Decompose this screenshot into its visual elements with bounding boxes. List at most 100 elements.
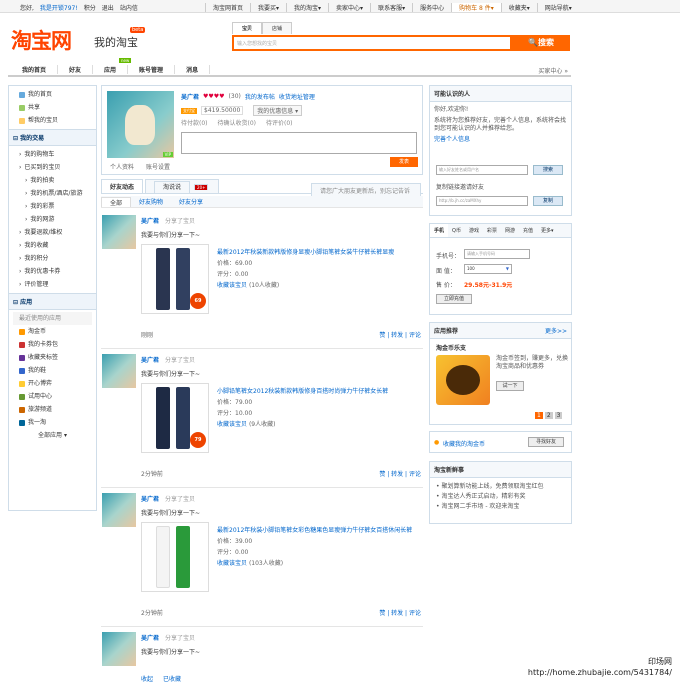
favorite-link[interactable]: 收藏该宝贝 — [217, 560, 247, 567]
news-item[interactable]: • 淘宝网二手市场 - 欢迎来淘宝 — [436, 502, 565, 512]
trade-section-head[interactable]: ⊟ 我的交易 — [9, 130, 96, 146]
feed-user[interactable]: 吴广君 — [141, 355, 159, 364]
filter-share[interactable]: 好友分享 — [171, 197, 211, 206]
sidebar-item-games[interactable]: › 我的网游 — [13, 213, 92, 226]
sidebar-item-home[interactable]: 我的首页 — [13, 88, 92, 101]
feed-avatar[interactable] — [102, 215, 136, 249]
tab-charge[interactable]: 充值 — [519, 224, 537, 237]
search-input[interactable]: 输入您想找的宝贝 — [232, 35, 512, 51]
product-image[interactable]: 79 — [141, 383, 209, 453]
sidebar-item-reviews[interactable]: › 评价管理 — [13, 278, 92, 291]
top-link-seller[interactable]: 卖家中心▾ — [328, 3, 370, 12]
feed-avatar[interactable] — [102, 493, 136, 527]
coins-link[interactable]: 积分 — [84, 3, 96, 12]
taobao-logo[interactable]: 淘宝网 — [11, 25, 89, 53]
avatar[interactable]: VIP — [107, 91, 174, 158]
feed-user[interactable]: 吴广君 — [141, 633, 159, 642]
phone-input[interactable]: 请输入手机号码 — [464, 249, 530, 259]
app-item-travel[interactable]: 旅游频道 — [13, 403, 92, 416]
favorite-link[interactable]: 收藏该宝贝 — [217, 421, 247, 428]
sidebar-item-points[interactable]: › 我的积分 — [13, 252, 92, 265]
tab-qcoin[interactable]: Q币 — [448, 224, 465, 237]
post-button[interactable]: 发表 — [390, 157, 418, 167]
sidebar-item-share[interactable]: 共享 — [13, 101, 92, 114]
favorites-link[interactable]: 收藏夹▾ — [500, 3, 537, 12]
username-link[interactable]: 我是开锁797! — [40, 3, 78, 12]
product-title[interactable]: 最新2012年秋装小脚铅笔裤女彩色糖果色显瘦弹力牛仔裤女百搭休闲长裤 — [217, 525, 412, 536]
profile-name[interactable]: 吴广君 — [181, 92, 199, 101]
nav-account[interactable]: 账号管理 — [128, 65, 176, 74]
apps-section-head[interactable]: ⊟ 应用 — [9, 294, 96, 310]
filter-all[interactable]: 全部 — [101, 196, 132, 207]
friend-search-input[interactable]: 输入好友姓名或用户名 — [436, 165, 528, 175]
sidebar-item-travel[interactable]: › 我的机票/酒店/旅游 — [13, 187, 92, 200]
top-link-service[interactable]: 联系客服▾ — [370, 3, 412, 12]
sidebar-item-refund[interactable]: › 我要退款/维权 — [13, 226, 92, 239]
top-link-center[interactable]: 服务中心 — [412, 3, 451, 12]
top-link-mytaobao[interactable]: 我的淘宝▾ — [286, 3, 328, 12]
page-3[interactable]: 3 — [554, 412, 563, 419]
feed-actions[interactable]: 赞 | 转发 | 评论 — [379, 608, 421, 617]
try-button[interactable]: 试一下 — [496, 381, 524, 391]
sidebar-item-cart[interactable]: › 我的购物车 — [13, 148, 92, 161]
app-item-shoes[interactable]: 我的鞋 — [13, 364, 92, 377]
nav-apps[interactable]: 应用 — [93, 65, 129, 74]
promo-title[interactable]: 淘金币乐支 — [436, 343, 466, 352]
sidebar-item-lottery[interactable]: › 我的彩票 — [13, 200, 92, 213]
tab-friend-feed[interactable]: 好友动态 — [101, 179, 144, 193]
sidebar-item-auction[interactable]: › 我的拍卖 — [13, 174, 92, 187]
all-apps-link[interactable]: 全部应用 ▾ — [13, 429, 92, 442]
app-item-cards[interactable]: 我的卡券包 — [13, 338, 92, 351]
site-nav-link[interactable]: 网站导航▾ — [536, 3, 579, 12]
app-item-trial[interactable]: 试用中心 — [13, 390, 92, 403]
filter-shopping[interactable]: 好友购物 — [131, 197, 171, 206]
feed-avatar[interactable] — [102, 354, 136, 388]
my-posts-link[interactable]: 我的发布帖 — [245, 92, 275, 101]
sidebar-item-coupons[interactable]: › 我的优惠卡券 — [13, 265, 92, 278]
tab-netgame[interactable]: 网游 — [501, 224, 519, 237]
profile-link[interactable]: 个人资料 — [110, 162, 134, 171]
app-item-game[interactable]: 开心博弈 — [13, 377, 92, 390]
news-item[interactable]: • 淘宝达人秀正式启动，精彩有奖 — [436, 492, 565, 502]
nav-messages[interactable]: 消息 — [175, 65, 211, 74]
pending-review[interactable]: 待评价(0) — [266, 118, 293, 127]
promo-more-link[interactable]: 更多>> — [545, 326, 567, 335]
tab-phone[interactable]: 手机 — [430, 224, 449, 237]
recharge-button[interactable]: 立即充值 — [436, 294, 472, 304]
tab-shops[interactable]: 店铺 — [262, 22, 293, 34]
feed-user[interactable]: 吴广君 — [141, 494, 159, 503]
top-link-buy[interactable]: 我要买▾ — [250, 3, 286, 12]
top-link-home[interactable]: 淘宝网首页 — [205, 3, 250, 12]
page-2[interactable]: 2 — [544, 412, 553, 419]
address-link[interactable]: 收货地址管理 — [279, 92, 315, 101]
page-1[interactable]: 1 — [535, 412, 543, 419]
offers-dropdown[interactable]: 我的优惠信息 ▾ — [253, 105, 303, 116]
feed-actions[interactable]: 赞 | 转发 | 评论 — [379, 469, 421, 478]
tab-more[interactable]: 更多▾ — [537, 224, 558, 237]
invite-url-field[interactable]: http://b.jh.cc/zaMXhy — [436, 196, 528, 206]
app-item-tags[interactable]: 收藏夹标签 — [13, 351, 92, 364]
cart-link[interactable]: 购物车 8 件▾ — [451, 3, 501, 12]
sidebar-item-favorites[interactable]: › 我的收藏 — [13, 239, 92, 252]
pending-receipt[interactable]: 待确认收货(0) — [218, 118, 257, 127]
friend-search-button[interactable]: 搜索 — [533, 165, 563, 175]
app-item-coins[interactable]: 淘金币 — [13, 325, 92, 338]
app-item-etao[interactable]: 我一淘 — [13, 416, 92, 429]
product-image[interactable] — [141, 522, 209, 592]
coin-link[interactable]: 收藏我的淘金币 — [443, 439, 485, 448]
buyer-center-link[interactable]: 买家中心 » — [538, 66, 568, 75]
complete-profile-link[interactable]: 完善个人信息 — [434, 136, 567, 144]
nav-friends[interactable]: 好友 — [58, 65, 94, 74]
feed-actions[interactable]: 赞 | 转发 | 评论 — [379, 330, 421, 339]
product-title[interactable]: 小脚铅笔裤女2012秋装新款韩版修身百搭时尚弹力牛仔裤女长裤 — [217, 386, 388, 397]
amount-select[interactable]: 100 ▼ — [464, 264, 512, 274]
product-image[interactable]: 69 — [141, 244, 209, 314]
logout-link[interactable]: 退出 — [102, 3, 114, 12]
search-button[interactable]: 🔍搜索 — [512, 35, 570, 51]
tab-lottery[interactable]: 彩票 — [483, 224, 501, 237]
sidebar-item-bought[interactable]: › 已买到的宝贝 — [13, 161, 92, 174]
favorite-link[interactable]: 收藏该宝贝 — [217, 282, 247, 289]
sidebar-item-help[interactable]: 帮我的宝贝 — [13, 114, 92, 127]
tab-say[interactable]: 淘说说 20+ — [145, 179, 220, 193]
news-item[interactable]: • 聚划算新功能上线，免费领取淘宝红包 — [436, 482, 565, 492]
